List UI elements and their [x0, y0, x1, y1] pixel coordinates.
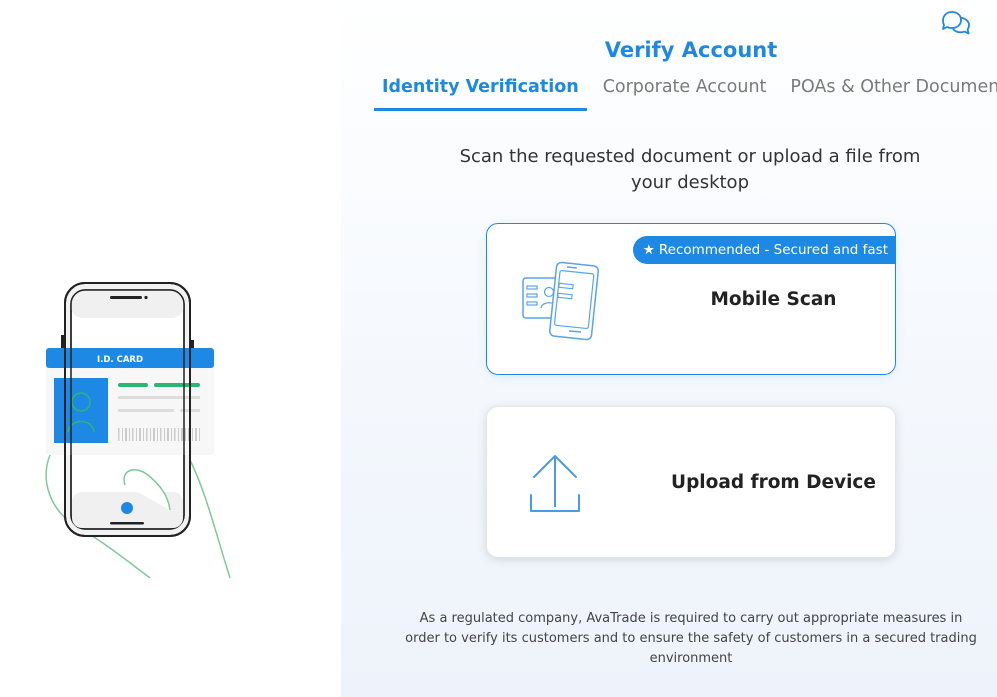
regulatory-note: As a regulated company, AvaTrade is requ…	[405, 611, 977, 666]
tab-poas-other-document[interactable]: POAs & Other Document	[782, 73, 997, 111]
page-title: Verify Account	[604, 38, 778, 62]
phone-scanning-id-card-icon: I.D. CARD	[40, 280, 240, 584]
upload-icon	[517, 437, 607, 531]
tab-corporate-account[interactable]: Corporate Account	[595, 73, 775, 111]
id-card-header-text: I.D. CARD	[97, 355, 143, 365]
instructions-text: Scan the requested document or upload a …	[459, 146, 921, 193]
mobile-scan-option[interactable]: ★ Recommended - Secured and fast Mobile S…	[486, 223, 896, 375]
upload-from-device-option[interactable]: Upload from Device	[486, 406, 896, 558]
upload-from-device-label: Upload from Device	[671, 471, 876, 493]
verification-tabs: Identity Verification Corporate Account …	[374, 73, 997, 111]
chat-bubbles-icon[interactable]	[939, 8, 973, 38]
mobile-scan-label: Mobile Scan	[710, 288, 837, 310]
illustration-pane: I.D. CARD	[0, 0, 341, 697]
id-card-phone-icon	[517, 254, 607, 348]
tab-identity-verification[interactable]: Identity Verification	[374, 73, 587, 111]
star-icon: ★	[642, 242, 655, 258]
